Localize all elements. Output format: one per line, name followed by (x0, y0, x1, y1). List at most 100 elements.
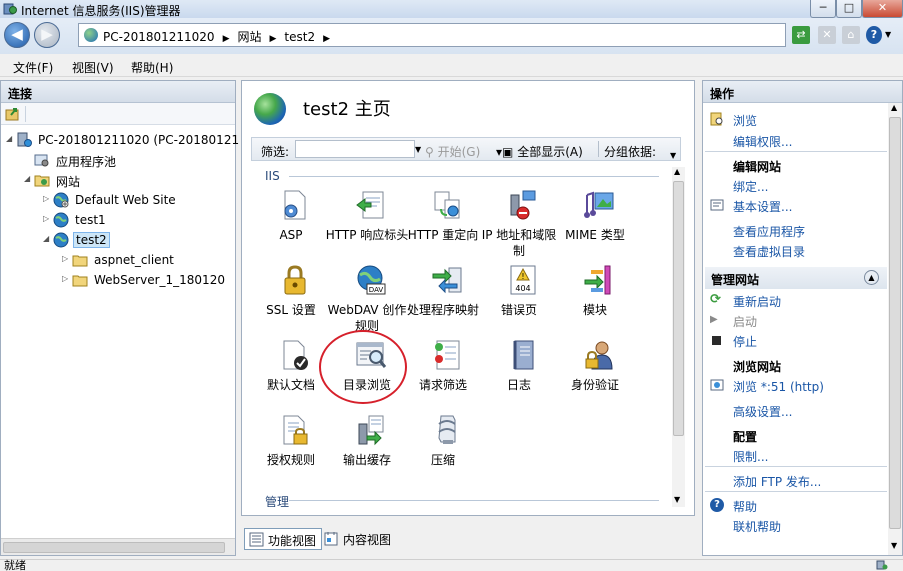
expander-icon[interactable]: ▷ (43, 194, 49, 203)
restart-icon: ⟳ (710, 292, 721, 307)
filter-input[interactable] (295, 140, 415, 158)
action-start[interactable]: 启动 (733, 313, 757, 330)
action-restart[interactable]: 重新启动 (733, 293, 781, 310)
breadcrumb: PC-201801211020 ▶ 网站 ▶ test2 ▶ (103, 28, 338, 45)
feature-default-document[interactable]: 默认文档 (253, 339, 329, 413)
feature-request-filtering[interactable]: 请求筛选 (405, 339, 481, 413)
forward-button[interactable]: ▶ (34, 22, 60, 48)
feature-ssl-settings[interactable]: SSL 设置 (253, 264, 329, 338)
feature-mime-types[interactable]: MIME 类型 (557, 189, 633, 263)
chevron-down-icon[interactable]: ▼ (885, 30, 891, 39)
expander-icon[interactable]: ◢ (6, 134, 12, 143)
tab-content-view[interactable]: 内容视图 (320, 528, 396, 550)
menu-bar: 文件(F) 视图(V) 帮助(H) (0, 55, 903, 77)
feature-directory-browsing[interactable]: 目录浏览 (329, 339, 405, 413)
feature-output-caching[interactable]: 输出缓存 (329, 414, 405, 488)
request-filtering-icon (435, 340, 460, 370)
action-stop[interactable]: 停止 (733, 333, 757, 350)
menu-file[interactable]: 文件(F) (13, 59, 53, 76)
close-button[interactable]: ✕ (862, 0, 903, 18)
svg-text:404: 404 (515, 284, 530, 293)
action-limits[interactable]: 限制... (733, 448, 768, 465)
action-view-applications[interactable]: 查看应用程序 (733, 223, 805, 240)
start-filter-button[interactable]: ⚲ 开始(G) (425, 143, 480, 160)
expander-icon[interactable]: ▷ (62, 274, 68, 283)
connect-icon[interactable] (5, 106, 21, 122)
expander-icon[interactable]: ▷ (43, 214, 49, 223)
asp-icon (284, 190, 306, 220)
server-icon (17, 132, 32, 147)
scroll-up-icon[interactable]: ▲ (891, 103, 897, 112)
action-edit-permissions[interactable]: 编辑权限... (733, 133, 792, 150)
maximize-button[interactable]: □ (836, 0, 862, 18)
connections-header: 连接 (1, 81, 235, 103)
tab-features-view[interactable]: 功能视图 (244, 528, 323, 550)
feature-webdav[interactable]: DAV WebDAV 创作规则 (328, 264, 406, 338)
feature-authentication[interactable]: 身份验证 (557, 339, 633, 413)
feature-http-response-headers[interactable]: HTTP 响应标头 (326, 189, 408, 263)
breadcrumb-server[interactable]: PC-201801211020 (103, 30, 215, 44)
menu-view[interactable]: 视图(V) (72, 59, 114, 76)
scroll-up-icon[interactable]: ▲ (674, 167, 680, 176)
feature-handler-mappings[interactable]: 处理程序映射 (405, 264, 481, 338)
address-bar[interactable]: PC-201801211020 ▶ 网站 ▶ test2 ▶ (78, 23, 786, 47)
error-pages-icon: ! 404 (510, 265, 536, 295)
arrow-left-icon: ◀ (11, 25, 23, 43)
action-online-help[interactable]: 联机帮助 (733, 518, 781, 535)
app-pool-icon (34, 154, 49, 167)
chevron-down-icon[interactable]: ▼ (415, 145, 421, 154)
action-view-virtual-directories[interactable]: 查看虚拟目录 (733, 243, 805, 260)
expander-icon[interactable]: ◢ (43, 234, 49, 243)
refresh-button[interactable]: ⇄ (792, 26, 810, 44)
expander-icon[interactable]: ▷ (62, 254, 68, 263)
feature-compression[interactable]: 压缩 (405, 414, 481, 488)
manage-site-section-header[interactable]: 管理网站 ▲ (705, 267, 887, 289)
action-basic-settings[interactable]: 基本设置... (733, 198, 792, 215)
breadcrumb-test2[interactable]: test2 (284, 30, 315, 44)
globe-icon (53, 192, 69, 208)
filter-bar: 筛选: ▼ ⚲ 开始(G) ▾▣ 全部显示(A) 分组依据: (251, 137, 681, 161)
action-bindings[interactable]: 绑定... (733, 178, 768, 195)
back-button[interactable]: ◀ (4, 22, 30, 48)
home-button[interactable]: ⌂ (842, 26, 860, 44)
feature-logging[interactable]: 日志 (481, 339, 557, 413)
globe-icon (84, 28, 98, 42)
feature-asp[interactable]: ASP (253, 189, 329, 263)
feature-authorization-rules[interactable]: 授权规则 (253, 414, 329, 488)
vertical-scrollbar[interactable]: ▲ ▼ (888, 103, 902, 555)
group-by-label[interactable]: 分组依据: (604, 143, 656, 160)
action-add-ftp-publishing[interactable]: 添加 FTP 发布... (733, 473, 821, 490)
feature-ip-restrictions[interactable]: IP 地址和域限制 (481, 189, 557, 263)
feature-modules[interactable]: 模块 (557, 264, 633, 338)
scrollbar-thumb[interactable] (3, 542, 225, 553)
vertical-scrollbar[interactable]: ▲ ▼ (672, 167, 685, 507)
tree-label: test1 (75, 213, 106, 227)
chevron-down-icon[interactable]: ▼ (670, 151, 676, 160)
menu-help[interactable]: 帮助(H) (131, 59, 173, 76)
action-browse-port-51[interactable]: 浏览 *:51 (http) (733, 378, 824, 395)
breadcrumb-separator-icon[interactable]: ▶ (223, 34, 230, 44)
show-all-button[interactable]: ▾▣ 全部显示(A) (496, 143, 583, 160)
stop-button[interactable]: ✕ (818, 26, 836, 44)
handler-mappings-icon (432, 267, 462, 294)
group-divider (289, 500, 659, 501)
horizontal-scrollbar[interactable] (1, 538, 235, 555)
breadcrumb-sites[interactable]: 网站 (237, 30, 261, 44)
action-browse[interactable]: 浏览 (733, 112, 757, 129)
collapse-icon[interactable]: ▲ (864, 270, 879, 285)
action-help[interactable]: 帮助 (733, 498, 757, 515)
http-redirect-icon (434, 191, 460, 219)
breadcrumb-separator-icon[interactable]: ▶ (270, 34, 277, 44)
scrollbar-thumb[interactable] (673, 181, 684, 436)
action-advanced-settings[interactable]: 高级设置... (733, 403, 792, 420)
expander-icon[interactable]: ◢ (24, 174, 30, 183)
feature-http-redirect[interactable]: HTTP 重定向 (405, 189, 481, 263)
authentication-icon (585, 341, 613, 370)
scrollbar-thumb[interactable] (889, 117, 901, 529)
breadcrumb-separator-icon[interactable]: ▶ (323, 34, 330, 44)
feature-error-pages[interactable]: ! 404 错误页 (481, 264, 557, 338)
scroll-down-icon[interactable]: ▼ (674, 495, 680, 504)
help-button[interactable]: ? (866, 26, 882, 44)
scroll-down-icon[interactable]: ▼ (891, 541, 897, 550)
minimize-button[interactable]: ─ (810, 0, 836, 18)
